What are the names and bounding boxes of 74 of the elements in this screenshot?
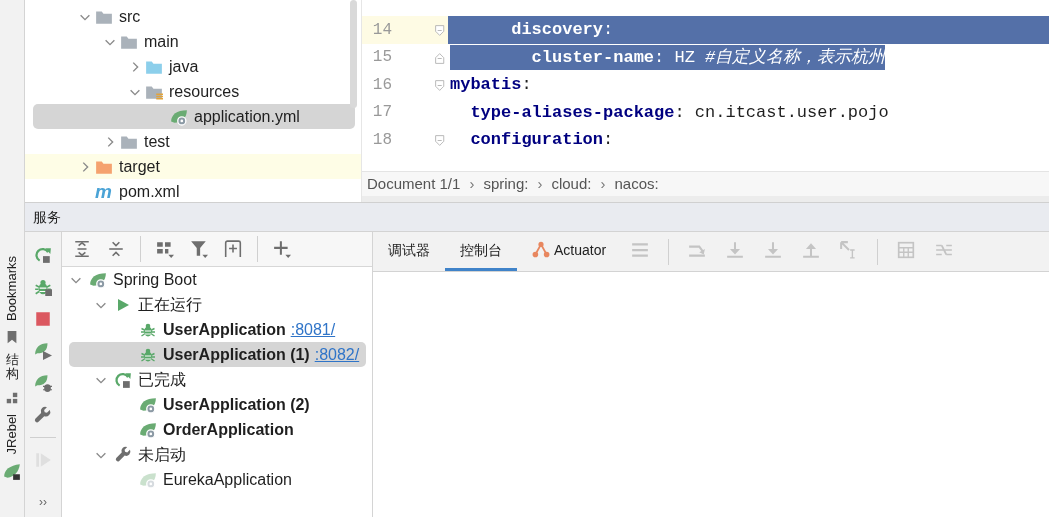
tree-item[interactable]: m pom.xml xyxy=(25,179,361,202)
bug-icon xyxy=(140,346,156,363)
spring-icon xyxy=(139,470,157,489)
spring-icon xyxy=(139,395,157,414)
line-number: 15 xyxy=(371,47,392,69)
scrollbar[interactable] xyxy=(350,0,357,108)
tree-item[interactable]: UserApplication :8081/ xyxy=(62,317,372,342)
add-icon[interactable] xyxy=(273,240,291,258)
tree-item[interactable]: UserApplication (2) xyxy=(62,392,372,417)
port-link[interactable]: :8081/ xyxy=(290,317,336,342)
bug-icon[interactable] xyxy=(34,278,52,296)
stop-icon[interactable] xyxy=(34,310,52,328)
wrench-icon[interactable] xyxy=(34,406,52,424)
breadcrumb-separator: › xyxy=(469,173,475,194)
structure-icon[interactable] xyxy=(5,390,19,405)
tree-item[interactable]: application.yml xyxy=(33,104,355,129)
tree-item[interactable]: java xyxy=(25,54,361,79)
spring-icon xyxy=(139,420,157,439)
fold-marker-icon[interactable] xyxy=(434,24,447,37)
breadcrumb-separator: › xyxy=(600,173,606,194)
code-line: mybatis: xyxy=(450,74,532,96)
tree-item[interactable]: main xyxy=(25,29,361,54)
tree-item[interactable]: src xyxy=(25,4,361,29)
maven-icon: m xyxy=(95,181,113,202)
code-line: discovery: xyxy=(510,19,614,41)
bug-icon xyxy=(140,321,156,338)
tree-item[interactable]: 已完成 xyxy=(62,367,372,392)
panel-title: 服务 xyxy=(33,207,61,227)
tree-item[interactable]: 正在运行 xyxy=(62,292,372,317)
spring-icon xyxy=(170,107,188,126)
code-line: configuration: xyxy=(469,129,614,151)
wrench-icon xyxy=(114,446,132,463)
tree-item[interactable]: 未启动 xyxy=(62,442,372,467)
tree-item[interactable]: UserApplication (1) :8082/ xyxy=(69,342,366,367)
spring-debug-icon[interactable] xyxy=(34,374,52,392)
actuator-icon xyxy=(532,241,550,259)
spring-run-icon[interactable] xyxy=(34,342,52,360)
breadcrumb-separator: › xyxy=(537,173,543,194)
breadcrumb-item[interactable]: Document 1/1 xyxy=(367,172,461,196)
run-icon xyxy=(115,296,131,313)
breadcrumb-item[interactable]: spring: xyxy=(483,172,529,196)
group-icon[interactable] xyxy=(156,240,174,258)
line-number: 18 xyxy=(371,129,392,151)
tree-item[interactable]: Spring Boot xyxy=(62,267,372,292)
tool-window-tab[interactable]: 结构 xyxy=(5,353,19,382)
tree-item[interactable]: EurekaApplication xyxy=(62,467,372,492)
rerun-icon xyxy=(114,370,132,389)
tool-window-tab[interactable]: JRebel xyxy=(4,413,20,455)
rerun-icon[interactable] xyxy=(34,246,52,264)
rocket-icon[interactable] xyxy=(3,463,21,482)
tab[interactable]: 控制台 xyxy=(445,232,517,271)
tab[interactable]: 调试器 xyxy=(373,232,445,271)
line-number: 17 xyxy=(371,102,392,124)
new-tab-icon[interactable] xyxy=(224,240,242,258)
tree-item[interactable]: target xyxy=(25,154,361,179)
more-button[interactable]: ›› xyxy=(35,493,51,511)
tree-item[interactable]: test xyxy=(25,129,361,154)
tab[interactable]: Actuator xyxy=(517,232,622,271)
expand-all-icon[interactable] xyxy=(73,240,91,258)
collapse-all-icon[interactable] xyxy=(107,240,125,258)
tool-window-tab[interactable]: Bookmarks xyxy=(4,256,20,322)
line-number: 16 xyxy=(371,74,392,96)
filter-icon[interactable] xyxy=(190,240,208,258)
fold-marker-icon[interactable] xyxy=(434,134,447,147)
breadcrumb-item[interactable]: cloud: xyxy=(551,172,592,196)
fold-marker-icon[interactable] xyxy=(434,79,447,92)
breadcrumb-item[interactable]: nacos: xyxy=(614,172,659,196)
bookmark-icon[interactable] xyxy=(5,330,19,345)
line-number: 14 xyxy=(371,19,392,41)
tree-item[interactable]: resources xyxy=(25,79,361,104)
tree-item[interactable]: OrderApplication xyxy=(62,417,372,442)
fold-marker-icon[interactable] xyxy=(434,51,447,65)
code-line: type-aliases-package: cn.itcast.user.pojo xyxy=(469,101,889,124)
spring-icon xyxy=(89,270,107,289)
